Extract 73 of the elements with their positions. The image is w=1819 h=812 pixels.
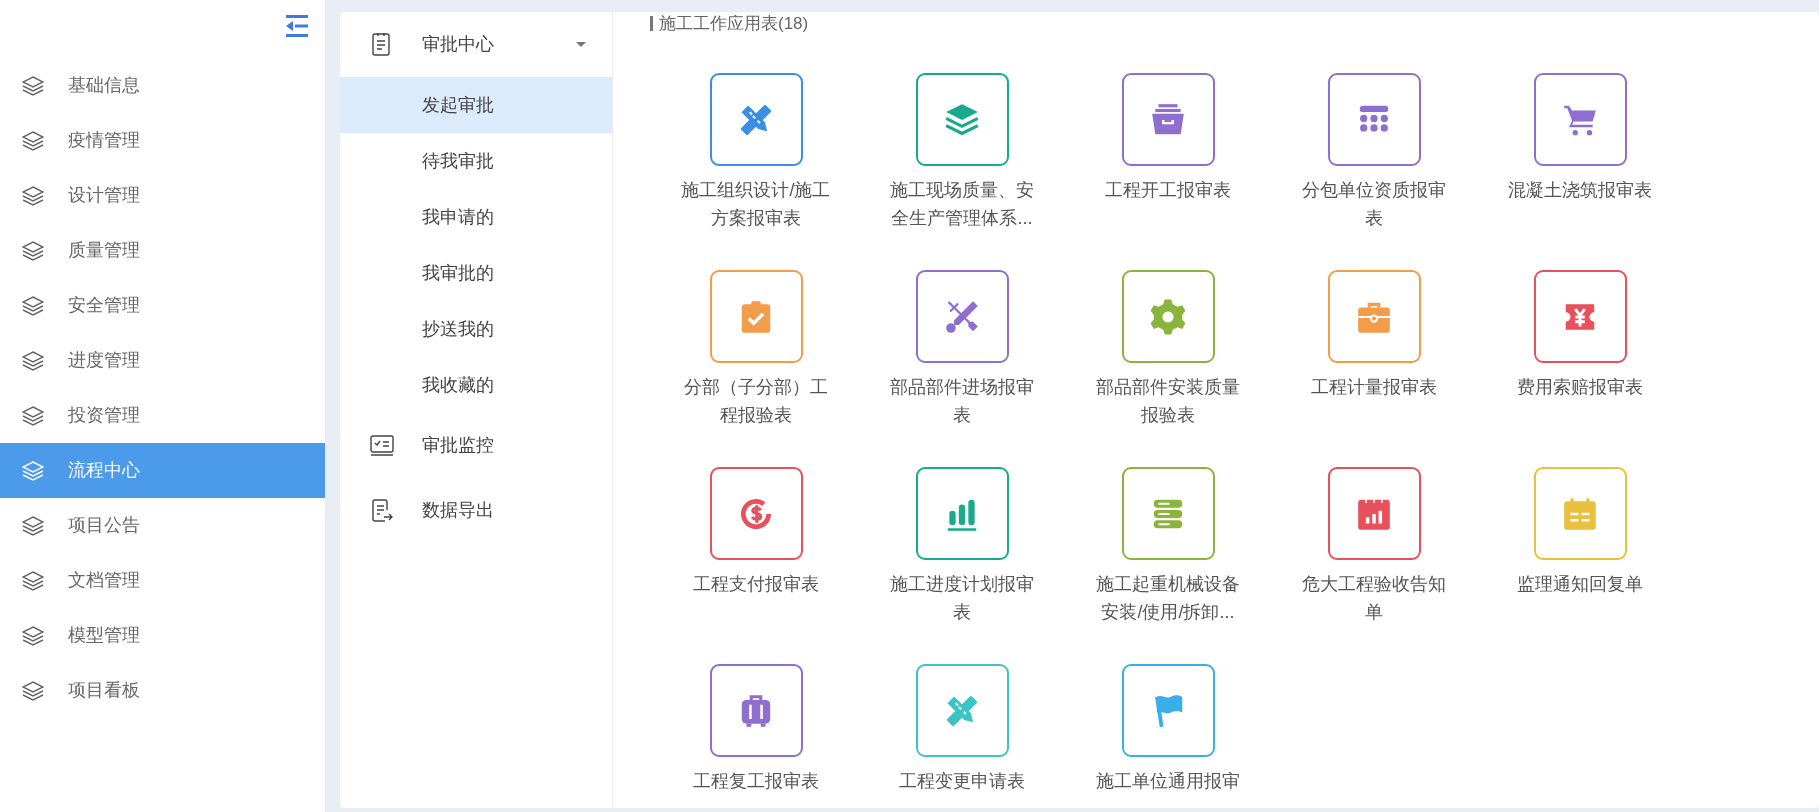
app-label: 施工单位通用报审 [1095,770,1241,793]
app-tile[interactable] [1121,73,1215,166]
app-tile[interactable] [1533,73,1627,166]
menu-collapse-icon[interactable] [286,14,308,38]
app-label: 部品部件安装质量报验表 [1095,376,1241,427]
app-tile[interactable] [709,467,803,560]
sidebar-item[interactable]: 疫情管理 [0,113,325,168]
sidebar-item[interactable]: 基础信息 [0,58,325,113]
submenu-item[interactable]: 发起审批 [340,77,612,133]
app-label: 工程支付报审表 [692,573,820,596]
app-tile[interactable] [1121,664,1215,757]
app-label: 监理通知回复单 [1516,573,1644,596]
submenu-item[interactable]: 待我审批 [340,133,612,189]
app-tile[interactable] [709,73,803,166]
app-label: 施工组织设计/施工方案报审表 [681,179,831,230]
monitor-icon [370,433,394,458]
menu-group[interactable]: 数据导出 [340,478,612,543]
gear-icon [1149,297,1187,336]
sidebar-item[interactable]: 模型管理 [0,608,325,663]
layers-icon [22,570,44,591]
layers-icon [22,75,44,96]
sidebar-item[interactable]: 安全管理 [0,278,325,333]
app-tile[interactable] [915,270,1009,363]
app-tile[interactable] [1327,270,1421,363]
section-title: 施工工作应用表(18) [650,16,809,31]
submenu-item[interactable]: 抄送我的 [340,301,612,357]
layers-icon [22,515,44,536]
layers-icon [22,350,44,371]
submenu-item[interactable]: 我收藏的 [340,357,612,413]
layers-icon [22,185,44,206]
layers-icon [22,240,44,261]
app-label: 工程开工报审表 [1104,179,1232,202]
sidebar-item[interactable]: 设计管理 [0,168,325,223]
sidebar-item[interactable]: 文档管理 [0,553,325,608]
app-tile[interactable] [915,664,1009,757]
app-label: 分部（子分部）工程报验表 [683,376,829,427]
app-label: 费用索赔报审表 [1516,376,1644,399]
menu-group[interactable]: 审批中心 [340,12,612,77]
export-document-icon [370,498,394,523]
app-label: 部品部件进场报审表 [889,376,1035,427]
app-tile[interactable] [1121,467,1215,560]
app-tile[interactable] [915,73,1009,166]
sidebar-item[interactable]: 投资管理 [0,388,325,443]
app-label: 施工起重机械设备安装/使用/拆卸... [1095,573,1241,624]
app-label: 危大工程验收告知单 [1301,573,1447,624]
sidebar-item[interactable]: 项目公告 [0,498,325,553]
app-tile[interactable] [1327,467,1421,560]
app-tile[interactable] [709,270,803,363]
menu-group[interactable]: 审批监控 [340,413,612,478]
app-tile[interactable] [915,467,1009,560]
sidebar-item[interactable]: 进度管理 [0,333,325,388]
app-label: 分包单位资质报审表 [1301,179,1447,230]
sidebar-item[interactable]: 质量管理 [0,223,325,278]
app-label: 混凝土浇筑报审表 [1507,179,1653,202]
app-tile[interactable] [1533,270,1627,363]
layers-icon [22,130,44,151]
submenu-item[interactable]: 我申请的 [340,189,612,245]
app-label: 施工现场质量、安全生产管理体系... [889,179,1035,230]
app-tile[interactable] [709,664,803,757]
app-label: 工程复工报审表 [692,770,820,793]
layers-icon [22,460,44,481]
layers-icon [22,625,44,646]
app-label: 工程计量报审表 [1310,376,1438,399]
app-label: 工程变更申请表 [898,770,1026,793]
sidebar-item[interactable]: 项目看板 [0,663,325,718]
layers-icon [22,295,44,316]
app-tile[interactable] [1533,467,1627,560]
app-tile[interactable] [1327,73,1421,166]
app-tile[interactable] [1121,270,1215,363]
layers-icon [22,680,44,701]
submenu-item[interactable]: 我审批的 [340,245,612,301]
layers-icon [22,405,44,426]
app-label: 施工进度计划报审表 [889,573,1035,624]
